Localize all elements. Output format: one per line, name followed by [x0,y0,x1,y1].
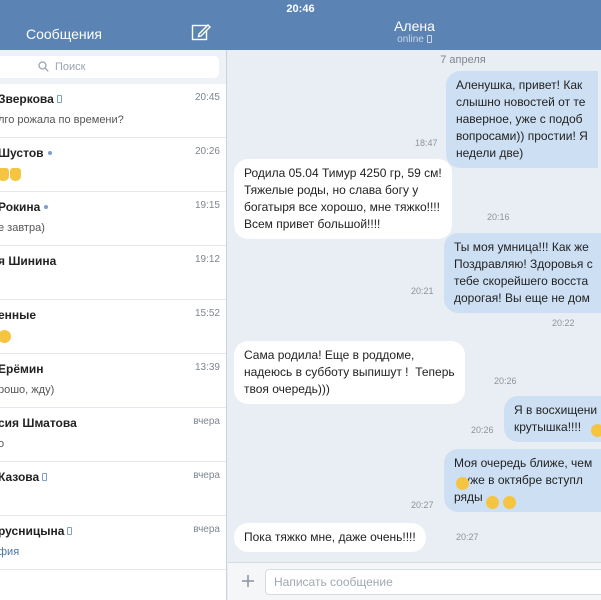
dialog-preview: рошо, жду) [0,384,54,396]
outgoing-message[interactable]: Я в восхищени крутышка!!!! [504,396,601,442]
thumbs-up-emoji-icon [10,168,21,181]
search-placeholder: Поиск [55,61,86,73]
message-time: 20:26 [494,376,517,386]
message-time: 20:21 [411,286,434,296]
dialog-name-text: Зверкова [0,92,54,106]
heart-eyes-emoji-icon [503,496,516,509]
dialog-row[interactable]: Казова вчера [0,462,226,516]
dialog-name-text: Шустов [0,146,44,160]
date-separator: 7 апреля [440,54,486,66]
dialog-row[interactable]: Рокина 19:15 е завтра) [0,192,226,246]
dialog-row[interactable]: Ерёмин 13:39 рошо, жду) [0,354,226,408]
dialog-preview-text: фия [0,546,20,558]
chat-status-text: online [397,34,424,45]
message-time: 20:27 [411,500,434,510]
attach-plus-icon[interactable] [240,573,256,589]
online-indicator [44,205,49,209]
chat-title[interactable]: Алена [228,18,601,34]
dialog-name: Зверкова [0,92,62,106]
search-icon [38,61,49,72]
online-indicator [47,151,52,155]
incoming-message[interactable]: Родила 05.04 Тимур 4250 гр, 59 см! Тяжел… [234,159,452,239]
dialog-name: енные [0,308,36,322]
dialog-name: Рокина [0,200,49,214]
dialog-time: 13:39 [194,362,220,373]
mobile-icon [42,473,48,481]
dialog-time: вчера [193,524,220,535]
message-text: Родила 05.04 Тимур 4250 гр, 59 см! Тяжел… [244,166,442,231]
dialog-time: 19:15 [194,200,220,211]
dialog-name: Казова [0,470,48,484]
search-input[interactable] [0,56,219,78]
dialog-preview-text: рошо, жду) [0,384,55,396]
dialog-row[interactable]: Шустов 20:26 [0,138,226,192]
message-time: 20:26 [471,425,494,435]
status-time: 20:46 [286,3,315,15]
mobile-icon [67,527,73,535]
message-input-bar [228,562,601,600]
dialog-time: вчера [193,470,220,481]
dialog-name-text: Ерёмин [0,362,44,376]
thumbs-up-emoji-icon [0,168,9,181]
messages-title: Сообщения [26,26,102,42]
dialog-name-text: я Шинина [0,254,57,268]
dialog-name-text: Рокина [0,200,41,214]
message-text: Пока тяжко мне, даже очень!!!! [244,530,416,544]
message-text: Моя очередь ближе, чем уже в октябре вст… [454,456,593,504]
smile-emoji-icon [0,330,11,343]
dialog-name-text: енные [0,308,37,322]
dialog-name: русницына [0,524,73,538]
kiss-emoji-icon [591,424,601,437]
dialog-row[interactable]: сия Шматова вчера о [0,408,226,462]
chat-status: online [228,34,601,45]
outgoing-message[interactable]: Аленушка, привет! Как слышно новостей от… [446,71,598,168]
dialog-name-text: сия Шматова [0,416,77,430]
dialog-preview-text: е завтра) [0,222,45,234]
dialog-preview: о [0,438,4,450]
dialog-time: 20:26 [194,146,220,157]
dialog-time: 15:52 [194,308,220,319]
dialog-name: Шустов [0,146,52,160]
message-text: Ты моя умница!!! Как же Поздравляю! Здор… [454,240,593,305]
mobile-icon [56,95,62,103]
dialog-preview: фия [0,546,19,558]
dialog-row[interactable]: Зверкова 20:45 лго рожала по времени? [0,84,226,138]
dialog-preview-text: лго рожала по времени? [0,114,124,126]
search-bar: Поиск [0,50,226,84]
dialog-row[interactable]: я Шинина 19:12 [0,246,226,300]
message-time: 20:27 [456,532,479,542]
smirk-emoji-icon [486,496,499,509]
message-time: 20:22 [552,318,575,328]
dialog-name-text: русницына [0,524,65,538]
dialog-preview [0,168,22,182]
outgoing-message[interactable]: Ты моя умница!!! Как же Поздравляю! Здор… [444,233,601,313]
dialog-preview: е завтра) [0,222,45,234]
message-text: Сама родила! Еще в роддоме, надеюсь в су… [244,348,455,396]
dialog-row[interactable]: енные 15:52 [0,300,226,354]
dialog-time: 20:45 [194,92,220,103]
message-text: Я в восхищени крутышка!!!! [514,403,598,434]
dialog-list-pane: Поиск Зверкова 20:45 лго рожала по времени… [0,50,227,600]
dialog-time: 19:12 [194,254,220,265]
blush-emoji-icon [456,477,469,490]
message-time: 18:47 [415,138,438,148]
dialog-name-text: Казова [0,470,40,484]
message-text: Аленушка, привет! Как слышно новостей от… [456,78,588,160]
dialog-name: я Шинина [0,254,56,268]
incoming-message[interactable]: Сама родила! Еще в роддоме, надеюсь в су… [234,341,465,404]
dialog-name: Ерёмин [0,362,44,376]
dialog-preview: лго рожала по времени? [0,114,124,126]
dialog-preview [0,330,12,344]
chat-pane: 7 апреля Аленушка, привет! Как слышно но… [228,50,601,562]
incoming-message[interactable]: Пока тяжко мне, даже очень!!!! [234,523,426,552]
dialog-row[interactable]: русницына вчера фия [0,516,226,570]
mobile-icon [426,35,432,43]
dialog-preview-text: о [0,438,4,450]
compose-icon[interactable] [191,22,211,42]
dialog-time: вчера [193,416,220,427]
dialog-name: сия Шматова [0,416,77,430]
message-time: 20:16 [487,212,510,222]
message-input[interactable] [265,569,601,595]
